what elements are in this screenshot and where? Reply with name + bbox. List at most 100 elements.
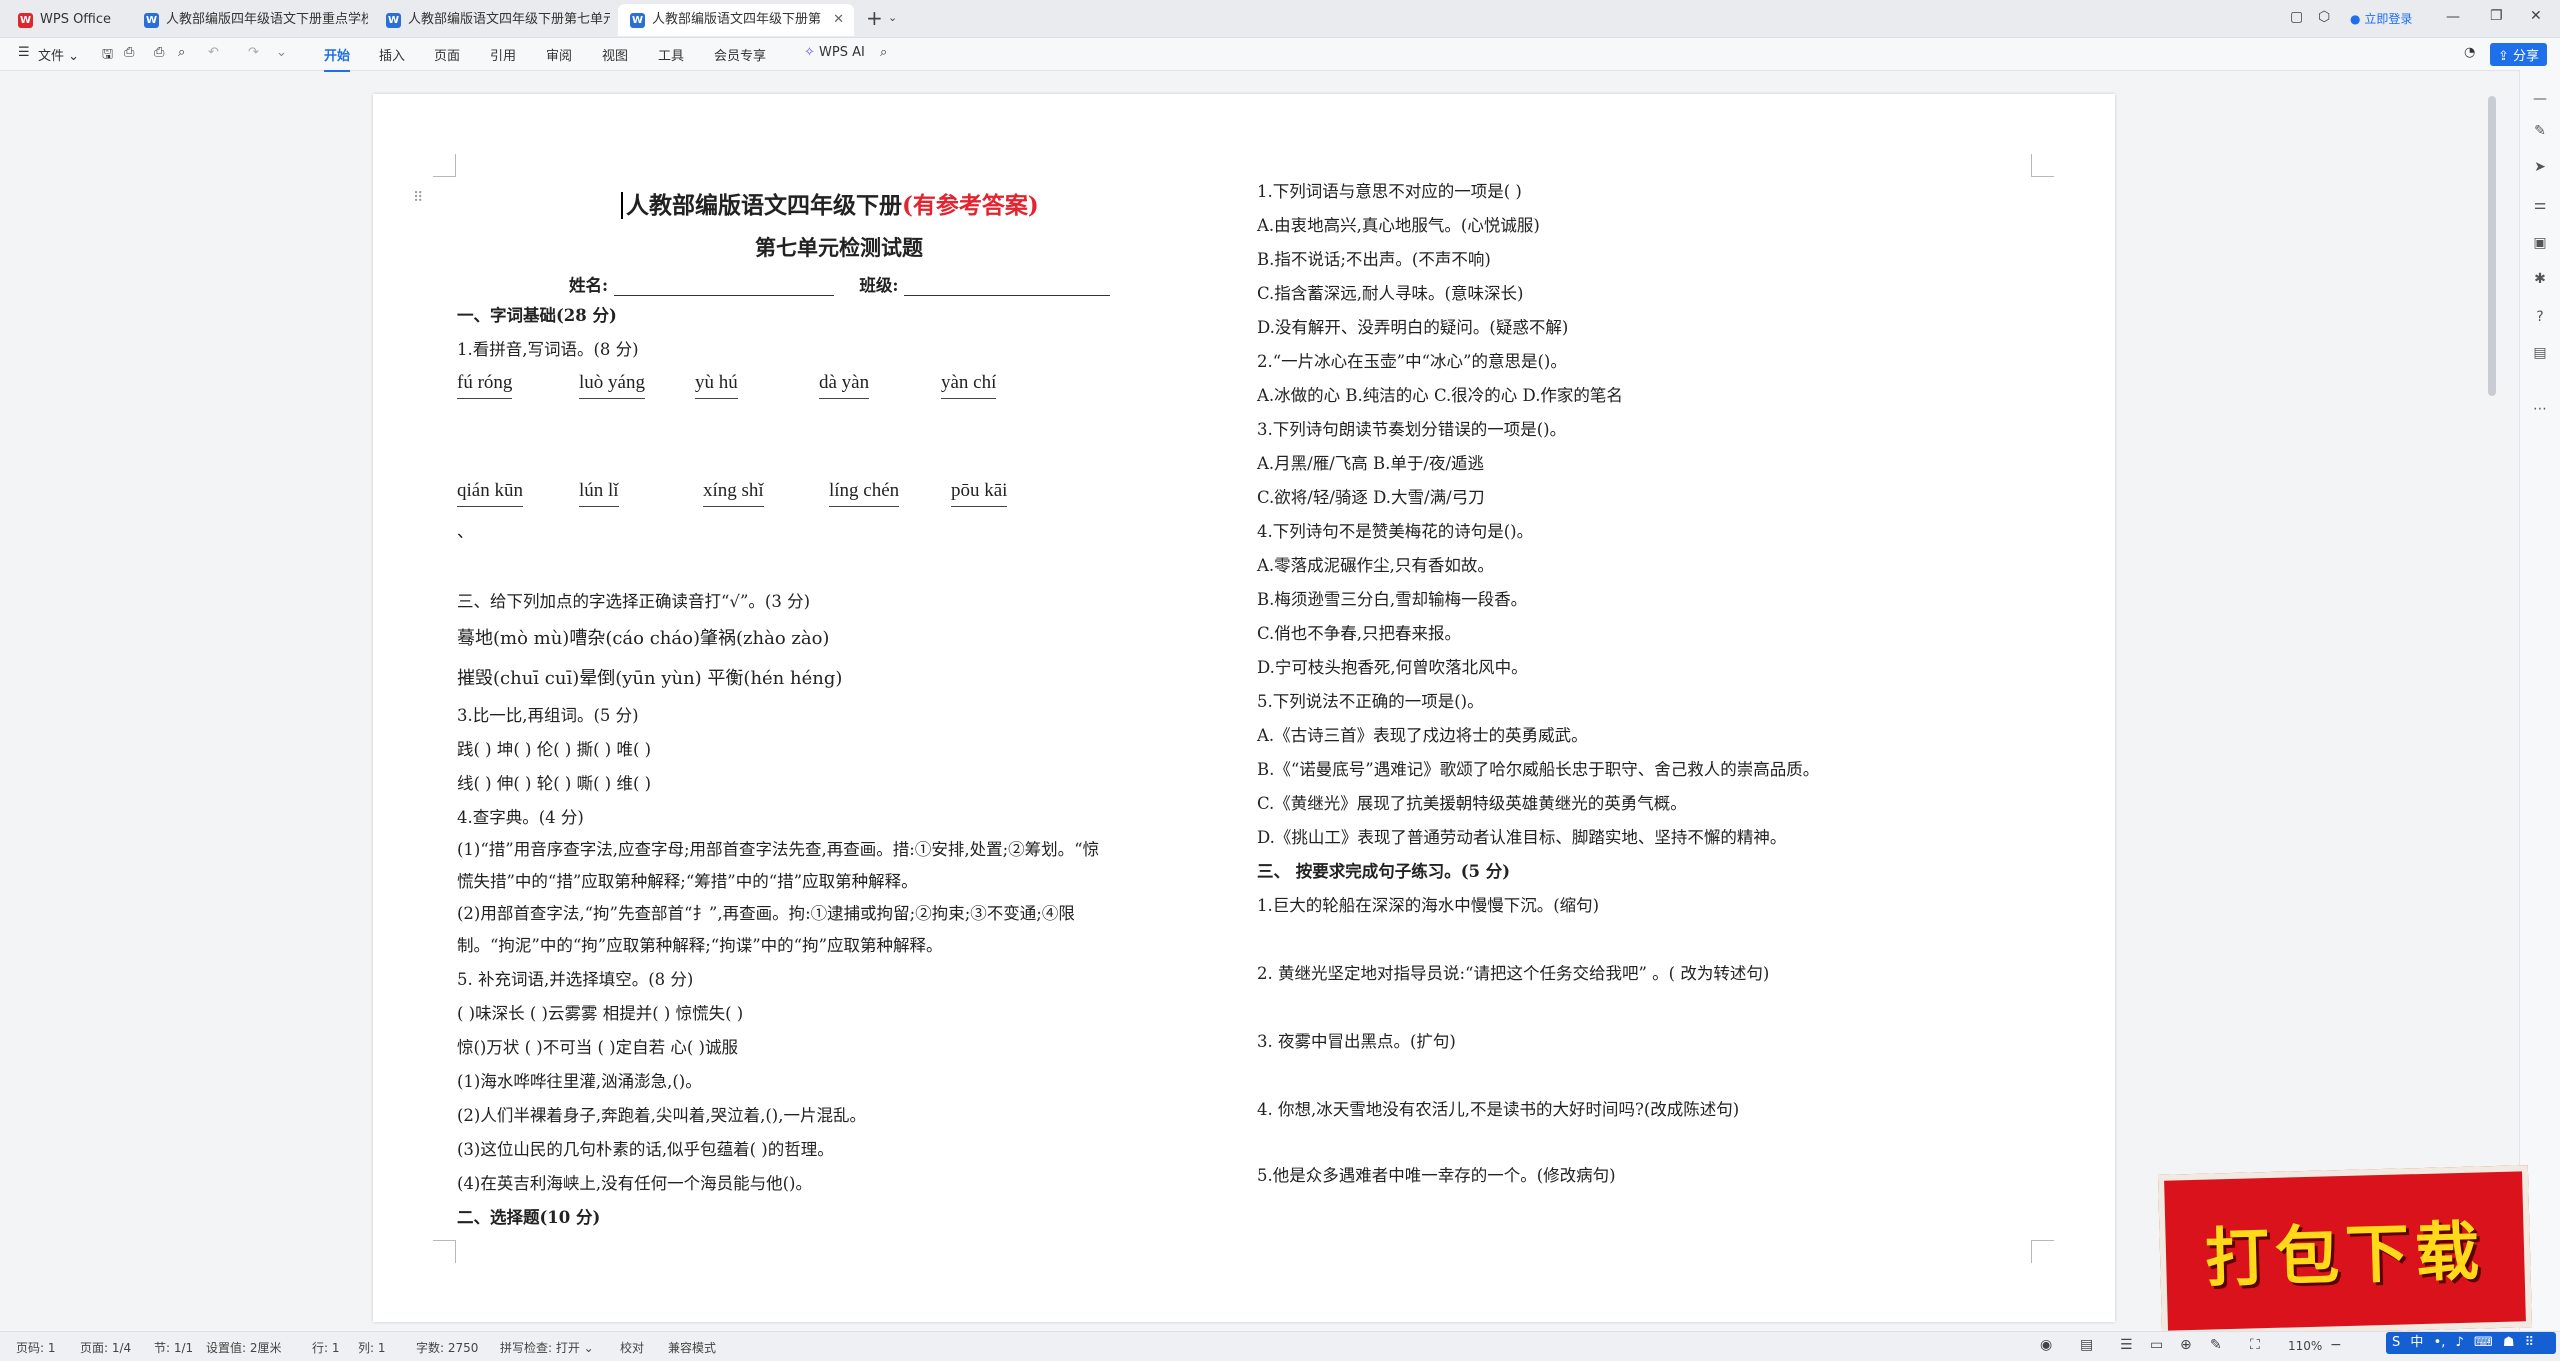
- question-6-sentence-1: (1)海水哗哗往里灌,汹涌澎急,()。: [457, 1072, 702, 1091]
- tab-document-2[interactable]: W 人教部编版语文四年级下册第七单元: [374, 4, 610, 36]
- file-menu[interactable]: 文件 ⌄: [38, 45, 79, 64]
- question-6-line-1: ( )味深长 ( )云雾雾 相提并( ) 惊慌失( ): [457, 1004, 744, 1023]
- menu-references[interactable]: 引用: [490, 45, 516, 64]
- status-spell-check[interactable]: 拼写检查: 打开 ⌄: [500, 1339, 594, 1356]
- tab-list-chevron-icon[interactable]: ⌄: [888, 11, 897, 24]
- crop-mark: [433, 154, 456, 177]
- close-tab-icon[interactable]: ✕: [833, 4, 844, 36]
- clipboard-icon[interactable]: ▤: [2531, 344, 2549, 362]
- sentence-2: 2. 黄继光坚定地对指导员说:“请把这个任务交给我吧” 。( 改为转述句): [1257, 964, 1770, 983]
- question-5-title: 4.查字典。(4 分): [457, 808, 584, 827]
- print-preview-icon[interactable]: ⌕: [178, 45, 185, 60]
- microphone-icon: ♪: [2455, 1335, 2464, 1350]
- image-icon[interactable]: ▣: [2531, 234, 2549, 252]
- choice-1: 1.下列词语与意思不对应的一项是( ): [1257, 182, 1522, 201]
- menu-view[interactable]: 视图: [602, 45, 628, 64]
- question-1: 1.看拼音,写词语。(8 分): [457, 340, 639, 359]
- collapse-icon[interactable]: —: [2531, 90, 2549, 108]
- choice-1-d: D.没有解开、没弄明白的疑问。(疑惑不解): [1257, 318, 1569, 337]
- question-3-line-1: 蓦地(mò mù)嘈杂(cáo cháo)肇祸(zhào zào): [457, 628, 830, 649]
- sentence-3: 3. 夜雾中冒出黑点。(扩句): [1257, 1032, 1456, 1051]
- menu-tools[interactable]: 工具: [658, 45, 684, 64]
- quick-access-chevron-icon[interactable]: ⌄: [276, 45, 287, 60]
- word-doc-icon: W: [386, 12, 401, 28]
- status-page-number[interactable]: 页码: 1: [16, 1339, 56, 1356]
- eye-protection-icon[interactable]: ◉: [2040, 1337, 2052, 1353]
- hamburger-menu-icon[interactable]: ☰: [18, 45, 30, 60]
- search-icon[interactable]: ⌕: [880, 45, 887, 60]
- export-pdf-icon[interactable]: ⎙: [124, 45, 134, 60]
- zoom-out-icon[interactable]: −: [2330, 1337, 2342, 1353]
- adjust-icon[interactable]: ⚌: [2531, 196, 2549, 214]
- skin-icon[interactable]: ⬡: [2318, 9, 2330, 25]
- tab-document-3-active[interactable]: W 人教部编版语文四年级下册第 ✕: [618, 4, 854, 36]
- new-tab-button[interactable]: +: [866, 6, 883, 30]
- choice-5-c: C.《黄继光》展现了抗美援朝特级英雄黄继光的英勇气概。: [1257, 794, 1687, 813]
- question-6-sentence-4: (4)在英吉利海峡上,没有任何一个海员能与他()。: [457, 1174, 812, 1193]
- class-field[interactable]: [904, 279, 1111, 296]
- more-icon[interactable]: ⋯: [2531, 400, 2549, 418]
- status-pages[interactable]: 页面: 1/4: [80, 1339, 131, 1356]
- tab-document-1[interactable]: W 人教部编版四年级语文下册重点学校: [132, 4, 368, 36]
- ribbon-toolbar: ☰ 文件 ⌄ 🖫 ⎙ ⎙ ⌕ ↶ ↷ ⌄ 开始 插入 页面 引用 审阅 视图 工…: [0, 38, 2560, 72]
- maximize-icon[interactable]: ❐: [2490, 8, 2503, 24]
- name-field[interactable]: [613, 279, 834, 296]
- web-view-icon[interactable]: ⊕: [2180, 1337, 2192, 1353]
- toolbox-icon: ⠿: [2524, 1335, 2535, 1350]
- choice-3-cd: C.欲将/轻/骑逐 D.大雪/满/弓刀: [1257, 488, 1485, 507]
- question-6-sentence-2: (2)人们半裸着身子,奔跑着,尖叫着,哭泣着,(),一片混乱。: [457, 1106, 866, 1125]
- magic-tool-icon[interactable]: ✱: [2531, 270, 2549, 288]
- read-mode-icon[interactable]: ▭: [2150, 1337, 2163, 1353]
- redo-icon[interactable]: ↷: [248, 45, 259, 60]
- section-3-heading: 三、 按要求完成句子练习。(5 分): [1257, 862, 1511, 881]
- ai-sparkle-icon: ✧: [804, 45, 815, 60]
- question-5-para-1b: 慌失措”中的“措”应取第种解释;“筹措”中的“措”应取第种解释。: [457, 872, 918, 891]
- section-2-heading: 二、选择题(10 分): [457, 1208, 601, 1227]
- window-layout-icon[interactable]: ▢: [2290, 9, 2303, 25]
- tab-wps-office[interactable]: W WPS Office: [6, 4, 132, 36]
- edit-mode-icon[interactable]: ✎: [2210, 1337, 2222, 1353]
- input-method-bar[interactable]: S 中 •, ♪ ⌨ ☗ ⠿: [2386, 1332, 2556, 1354]
- name-class-line: 姓名: 班级:: [569, 272, 1111, 296]
- status-section[interactable]: 节: 1/1: [154, 1339, 193, 1356]
- print-icon[interactable]: ⎙: [154, 45, 164, 60]
- minimize-icon[interactable]: —: [2446, 9, 2460, 25]
- question-5-para-2a: (2)用部首查字法,“拘”先查部首“扌”,再查画。拘:①逮捕或拘留;②拘束;③不…: [457, 904, 1075, 923]
- page-view-icon[interactable]: ▤: [2080, 1337, 2093, 1353]
- choice-1-c: C.指含蓄深远,耐人寻味。(意味深长): [1257, 284, 1524, 303]
- question-5-para-1a: (1)“措”用音序查字法,应查字母;用部首查字法先查,再查画。措:①安排,处置;…: [457, 840, 1100, 859]
- save-icon[interactable]: 🖫: [102, 45, 113, 67]
- status-col[interactable]: 列: 1: [358, 1339, 386, 1356]
- status-setting[interactable]: 设置值: 2厘米: [206, 1339, 282, 1356]
- close-window-icon[interactable]: ✕: [2530, 8, 2542, 24]
- pen-icon[interactable]: ✎: [2531, 122, 2549, 140]
- choice-2-options: A.冰做的心 B.纯洁的心 C.很冷的心 D.作家的笔名: [1257, 386, 1623, 405]
- sentence-4: 4. 你想,冰天雪地没有农活儿,不是读书的大好时间吗?(改成陈述句): [1257, 1100, 1740, 1119]
- undo-icon[interactable]: ↶: [208, 45, 219, 60]
- collab-icon[interactable]: ◔: [2464, 45, 2475, 60]
- status-row[interactable]: 行: 1: [312, 1339, 340, 1356]
- sentence-1: 1.巨大的轮船在深深的海水中慢慢下沉。(缩句): [1257, 896, 1600, 915]
- menu-review[interactable]: 审阅: [546, 45, 572, 64]
- wps-ai-button[interactable]: ✧ WPS AI: [804, 45, 865, 60]
- outline-view-icon[interactable]: ☰: [2120, 1337, 2133, 1353]
- login-button[interactable]: ● 立即登录: [2350, 10, 2412, 27]
- menu-insert[interactable]: 插入: [379, 45, 405, 64]
- document-page[interactable]: ⠿ 人教部编版语文四年级下册(有参考答案) 第七单元检测试题 姓名: 班级: 一…: [373, 94, 2115, 1322]
- status-proofread[interactable]: 校对: [620, 1339, 644, 1356]
- download-banner[interactable]: 打包下载: [2157, 1165, 2533, 1337]
- question-3-title: 三、给下列加点的字选择正确读音打“√”。(3 分): [457, 592, 811, 611]
- menu-start[interactable]: 开始: [324, 45, 351, 72]
- choice-4: 4.下列诗句不是赞美梅花的诗句是()。: [1257, 522, 1534, 541]
- vertical-scrollbar[interactable]: [2488, 96, 2496, 396]
- menu-member[interactable]: 会员专享: [714, 45, 766, 64]
- select-icon[interactable]: ➤: [2531, 158, 2549, 176]
- choice-4-b: B.梅须逊雪三分白,雪却输梅一段香。: [1257, 590, 1528, 609]
- status-word-count[interactable]: 字数: 2750: [416, 1339, 478, 1356]
- menu-page[interactable]: 页面: [434, 45, 460, 64]
- zoom-level[interactable]: 110%: [2288, 1339, 2322, 1353]
- share-button[interactable]: ⇪ 分享: [2490, 43, 2548, 66]
- drag-handle-icon[interactable]: ⠿: [413, 190, 423, 206]
- fit-page-icon[interactable]: ⛶: [2250, 1337, 2260, 1353]
- help-icon[interactable]: ?: [2531, 308, 2549, 326]
